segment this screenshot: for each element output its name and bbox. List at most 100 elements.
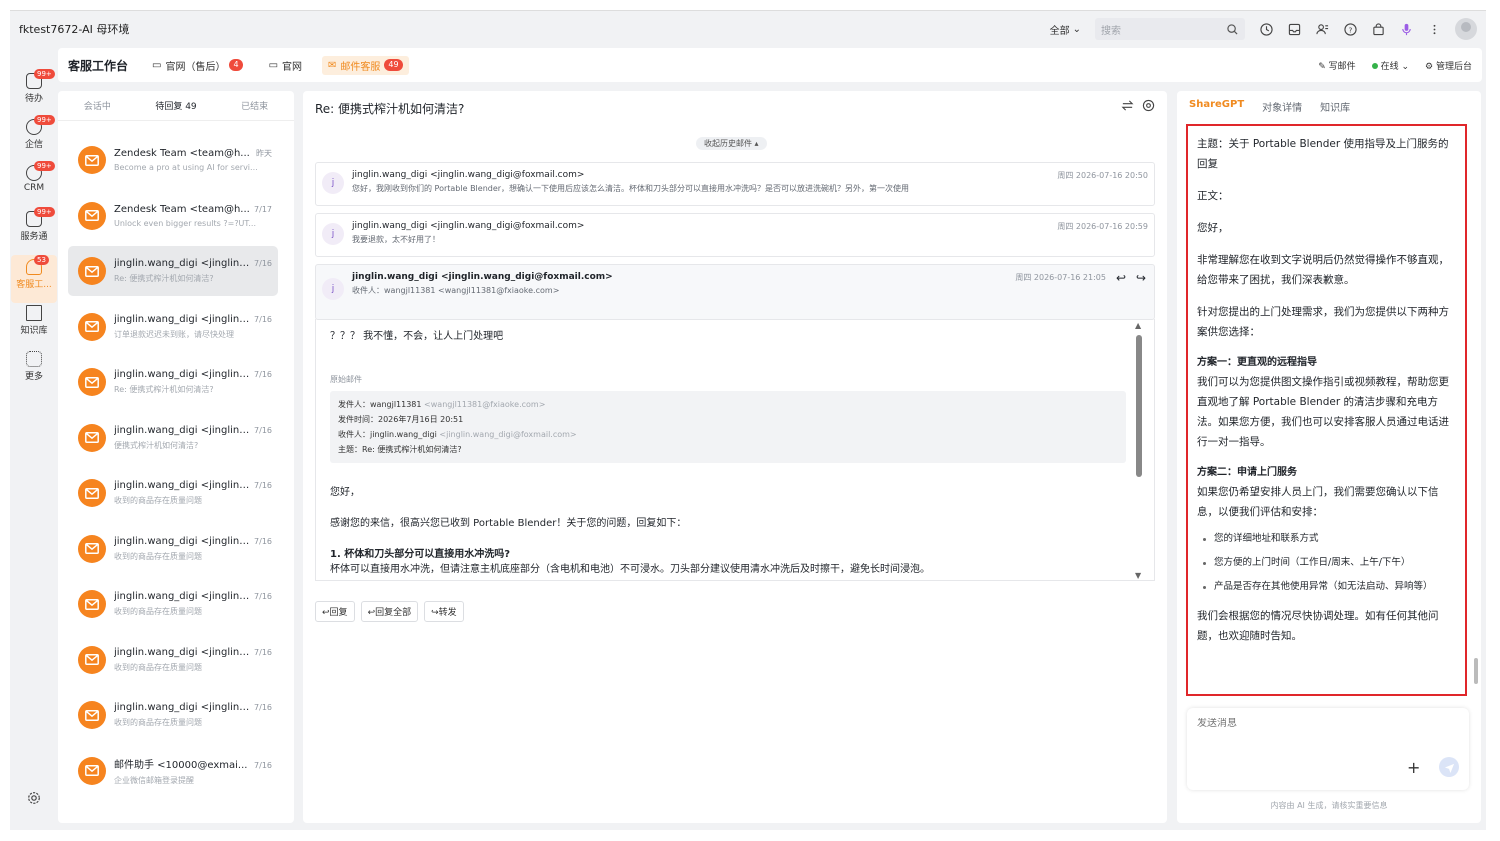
conversation-sender: jinglin.wang_digi <jinglin....: [114, 258, 251, 269]
tab-object-details[interactable]: 对象详情: [1262, 99, 1302, 114]
conversation-item[interactable]: jinglin.wang_digi <jinglin.... 7/16 Re: 便携…: [68, 357, 278, 407]
swap-icon[interactable]: [1121, 99, 1134, 115]
reply-button[interactable]: ↩回复: [315, 601, 355, 622]
conversation-item[interactable]: jinglin.wang_digi <jinglin.... 7/16 收到的商品存…: [68, 690, 278, 740]
conversation-item[interactable]: jinglin.wang_digi <jinglin.... 7/16 收到的商品存…: [68, 635, 278, 685]
orig-to-email: <jinglin.wang_digi@foxmail.com>: [439, 430, 577, 439]
write-mail-button[interactable]: ✎ 写邮件: [1318, 59, 1355, 72]
help-icon[interactable]: ?: [1343, 22, 1357, 36]
conversation-text: jinglin.wang_digi <jinglin.... 7/16 收到的商品存…: [114, 480, 272, 506]
conversation-header: jinglin.wang_digi <jinglin.... 7/16: [114, 369, 272, 380]
forward-button[interactable]: ↪转发: [424, 601, 464, 622]
mail-body-scrollbar[interactable]: ▲ ▼: [1135, 321, 1142, 580]
ai-generated-reply: 主题：关于 Portable Blender 使用指导及上门服务的回复 正文： …: [1186, 124, 1467, 696]
body-answer-1: 杯体可以直接用水冲洗，但请注意主机底座部分（含电机和电池）不可浸水。刀头部分建议…: [330, 564, 930, 575]
forward-icon[interactable]: ↪: [1136, 271, 1146, 285]
collapse-history-button[interactable]: 收起历史邮件 ▴: [696, 137, 767, 150]
envelope-icon: [78, 701, 106, 729]
conversation-header: jinglin.wang_digi <jinglin.... 7/16: [114, 647, 272, 658]
more-vertical-icon[interactable]: [1427, 22, 1441, 36]
tab-pending-reply[interactable]: 待回复 49: [137, 99, 216, 112]
orig-from-name: wangjl11381: [370, 400, 422, 409]
tab-sharegpt[interactable]: ShareGPT: [1189, 99, 1244, 114]
conversation-preview: Re: 便携式榨汁机如何清洁?: [114, 274, 214, 283]
user-avatar[interactable]: [1455, 18, 1477, 40]
rail-label: 知识库: [20, 326, 48, 336]
conversation-sender: jinglin.wang_digi <jinglin....: [114, 535, 251, 547]
conversation-text: jinglin.wang_digi <jinglin.... 7/16 收到的商品存…: [114, 702, 272, 728]
orig-to-label: 收件人：: [338, 430, 370, 439]
conversation-item[interactable]: jinglin.wang_digi <jinglin.... 7/16 便携式榨汁机…: [68, 413, 278, 463]
rail-badge: 53: [34, 255, 49, 265]
rail-item-knowledge[interactable]: 知识库: [10, 305, 58, 336]
search-scope-select[interactable]: 全部 ⌄: [1050, 22, 1081, 37]
conversation-item[interactable]: jinglin.wang_digi <jinglin.... 7/16 订单退款迟迟…: [68, 302, 278, 352]
plus-icon[interactable]: +: [1407, 758, 1420, 777]
shopping-bag-icon[interactable]: [1371, 22, 1385, 36]
conversation-item[interactable]: jinglin.wang_digi <jinglin.... 7/16 收到的商品存…: [68, 524, 278, 574]
ai-assistant-panel: ShareGPT 对象详情 知识库 主题：关于 Portable Blender…: [1177, 91, 1481, 823]
app-title: fktest7672-AI 母环境: [19, 23, 130, 36]
tab-website[interactable]: ▭ 官网: [263, 56, 308, 75]
original-mail-label: 原始邮件: [330, 375, 362, 384]
tab-in-session[interactable]: 会话中: [58, 99, 137, 112]
tab-knowledge-base[interactable]: 知识库: [1320, 99, 1350, 114]
rail-item-todo[interactable]: 99+ 待办: [10, 69, 58, 104]
conversation-time: 7/16: [254, 370, 272, 379]
clock-icon[interactable]: [1259, 22, 1273, 36]
send-button[interactable]: [1439, 757, 1459, 777]
forward-icon: ↪: [431, 608, 439, 618]
conversation-text: jinglin.wang_digi <jinglin.... 7/16 便携式榨汁机…: [114, 425, 272, 451]
status-select[interactable]: 在线 ⌄: [1371, 59, 1410, 72]
conversation-item[interactable]: jinglin.wang_digi <jinglin.... 7/16 收到的商品存…: [68, 468, 278, 518]
settings-button[interactable]: [10, 791, 58, 808]
mail-message-2[interactable]: j jinglin.wang_digi <jinglin.wang_digi@f…: [315, 213, 1155, 257]
global-search[interactable]: 搜索: [1095, 18, 1245, 40]
conversation-preview: 订单退款迟迟未到账，请尽快处理: [114, 329, 234, 339]
recipients: 收件人：wangjl11381 <wangjl11381@fxiaoke.com…: [352, 286, 560, 295]
contacts-icon[interactable]: [1315, 22, 1329, 36]
conversation-item[interactable]: Zendesk Team <team@h... 7/17 Unlock even b…: [68, 191, 278, 241]
conversation-item[interactable]: 邮件助手 <10000@exmai... 7/16 企业微信邮箱登录提醒: [68, 746, 278, 796]
rail-item-crm[interactable]: 99+ CRM: [10, 161, 58, 193]
left-nav-rail: 99+ 待办 99+ 企信 99+ CRM 99+ 服务通 53 客服工... 知识库 更…: [10, 51, 58, 830]
conversation-item[interactable]: jinglin.wang_digi <jinglin.... 7/16 收到的商品存…: [68, 579, 278, 629]
envelope-icon: [78, 201, 106, 230]
ai-assist-icon[interactable]: [1142, 99, 1155, 115]
microphone-icon[interactable]: [1399, 22, 1413, 36]
tab-ended[interactable]: 已结束: [215, 99, 294, 112]
conversation-item[interactable]: Zendesk Team <team@h... 昨天 Become a pro at…: [68, 135, 278, 185]
conversation-item[interactable]: jinglin.wang_digi <jinglin.... 7/16 Re: 便携…: [68, 246, 278, 296]
chevron-down-icon: ⌄: [1401, 61, 1410, 72]
chevron-down-icon: ⌄: [1072, 23, 1081, 35]
admin-console-link[interactable]: ⚙ 管理后台: [1425, 59, 1472, 72]
conversation-time: 7/17: [254, 204, 272, 214]
rail-item-messages[interactable]: 99+ 企信: [10, 115, 58, 150]
reply-all-button[interactable]: ↩回复全部: [360, 601, 419, 622]
reply-icon[interactable]: ↩: [1116, 271, 1126, 285]
conversation-sender: jinglin.wang_digi <jinglin....: [114, 480, 251, 491]
rail-item-service[interactable]: 99+ 服务通: [10, 207, 58, 242]
rail-item-more[interactable]: 更多: [10, 351, 58, 382]
inbox-icon[interactable]: [1287, 22, 1301, 36]
conversation-text: Zendesk Team <team@h... 昨天 Become a pro at…: [114, 148, 272, 172]
reply-all-icon: ↩: [367, 608, 376, 618]
rail-item-customer-service[interactable]: 53 客服工...: [10, 255, 58, 290]
rail-badge: 99+: [34, 207, 55, 217]
ai-tabs: ShareGPT 对象详情 知识库: [1189, 99, 1350, 114]
tab-email-service[interactable]: ✉ 邮件客服 49: [322, 55, 409, 75]
conversation-preview: 收到的商品存在质量问题: [114, 607, 202, 616]
ai-scrollbar-thumb[interactable]: [1474, 658, 1478, 684]
sender-avatar: j: [322, 278, 344, 300]
admin-label: 管理后台: [1435, 61, 1472, 72]
reply-label: 回复: [329, 608, 348, 618]
workspace-tab-bar: 客服工作台 ▭ 官网（售后） 4 ▭ 官网 ✉ 邮件客服 49 ✎ 写邮件 在线 ⌄ ⚙ …: [58, 48, 1482, 82]
orig-time: 2026年7月16日 20:51: [378, 415, 464, 424]
monitor-icon: ▭: [152, 59, 162, 71]
envelope-icon: [78, 368, 106, 396]
conversation-time: 7/16: [254, 703, 272, 712]
scrollbar-thumb[interactable]: [1136, 335, 1142, 477]
tab-website-aftersales[interactable]: ▭ 官网（售后） 4: [146, 56, 249, 75]
message-input[interactable]: [1197, 718, 1437, 729]
mail-message-1[interactable]: j jinglin.wang_digi <jinglin.wang_digi@f…: [315, 162, 1155, 206]
